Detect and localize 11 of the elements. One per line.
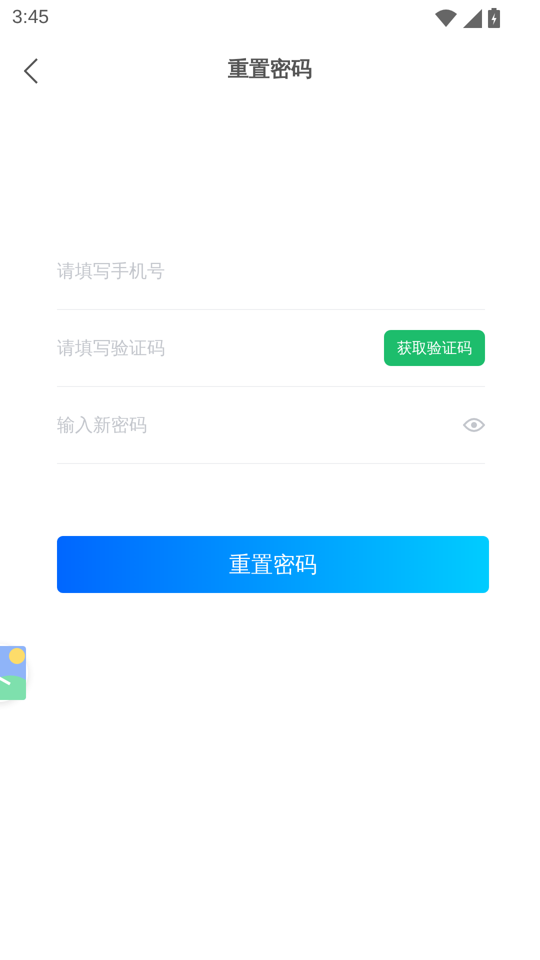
get-code-button[interactable]: 获取验证码 — [384, 330, 485, 366]
signal-icon — [463, 8, 482, 28]
reset-password-button[interactable]: 重置密码 — [57, 536, 489, 593]
input-field[interactable]: 请填写验证码 — [57, 328, 384, 368]
eye-icon[interactable] — [463, 418, 485, 432]
input-field[interactable]: 输入新密码 — [57, 405, 463, 445]
page-title: 重置密码 — [228, 56, 312, 83]
input-field[interactable]: 请填写手机号 — [57, 251, 485, 291]
wifi-icon — [435, 9, 457, 27]
battery-icon — [488, 8, 500, 28]
status-time: 3:45 — [12, 7, 49, 29]
